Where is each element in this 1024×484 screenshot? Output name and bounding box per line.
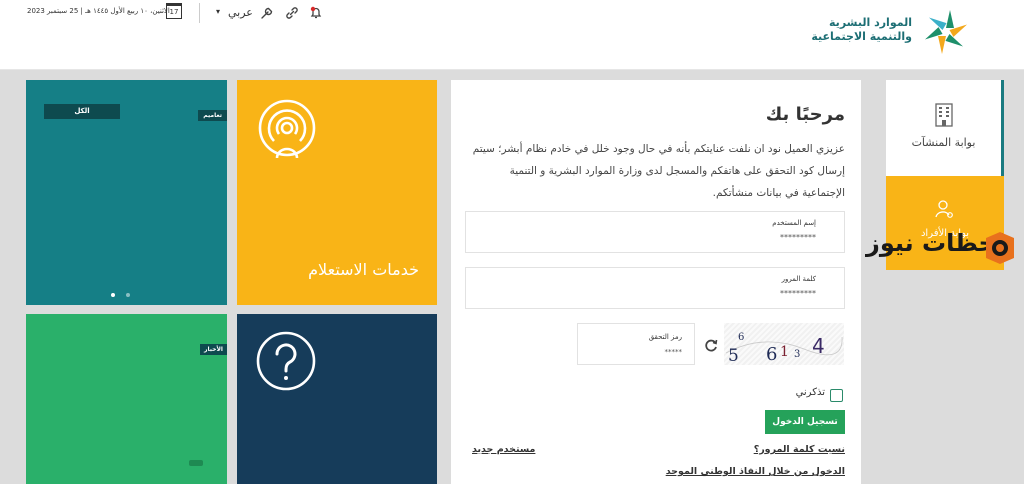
language-selector[interactable]: عربي bbox=[228, 6, 253, 19]
building-icon bbox=[933, 102, 955, 128]
chevron-down-icon[interactable]: ▾ bbox=[216, 7, 220, 16]
news-tile[interactable]: الأخبار bbox=[26, 314, 227, 484]
sidebar-item-label: بوابة المنشآت bbox=[886, 136, 1001, 149]
username-value[interactable]: ********* bbox=[780, 233, 816, 242]
captcha-char: 5 bbox=[728, 346, 739, 365]
inquiry-services-title: خدمات الاستعلام bbox=[308, 260, 419, 279]
password-label: كلمة المرور bbox=[782, 275, 816, 283]
bell-icon[interactable] bbox=[308, 5, 324, 21]
captcha-char: 3 bbox=[794, 349, 800, 360]
ministry-emblem-icon bbox=[918, 4, 974, 60]
logo-text: الموارد البشرية والتنمية الاجتماعية bbox=[811, 16, 912, 44]
news-indicator bbox=[189, 460, 203, 466]
wrench-icon[interactable] bbox=[259, 5, 275, 21]
top-header: الموارد البشرية والتنمية الاجتماعية الاث… bbox=[0, 0, 1024, 70]
all-filter-button[interactable]: الكل bbox=[44, 104, 120, 119]
broadcast-user-icon bbox=[255, 98, 319, 162]
language-label: عربي bbox=[228, 6, 253, 19]
captcha-value[interactable]: ***** bbox=[665, 348, 683, 356]
password-value[interactable]: ********* bbox=[780, 289, 816, 298]
welcome-title: مرحبًا بك bbox=[766, 104, 845, 125]
remember-checkbox[interactable] bbox=[830, 389, 843, 402]
captcha-input[interactable]: رمز التحقق ***** bbox=[577, 323, 695, 365]
remember-label: تذكرني bbox=[796, 387, 825, 398]
calendar-icon: 17 bbox=[166, 3, 182, 19]
user-gear-icon bbox=[933, 198, 955, 220]
sidebar-item-establishments[interactable]: بوابة المنشآت bbox=[886, 80, 1004, 176]
sidebar-empty-area bbox=[886, 270, 1004, 484]
captcha-image: 5 6 6 1 3 4 bbox=[724, 323, 844, 365]
calendar-day: 17 bbox=[170, 8, 179, 16]
logo-line-1: الموارد البشرية bbox=[811, 16, 912, 30]
carousel-dot[interactable] bbox=[126, 293, 130, 297]
captcha-char: 6 bbox=[766, 344, 777, 365]
help-tile[interactable] bbox=[237, 314, 437, 484]
intro-notice: عزيزي العميل نود ان نلفت عنايتكم بأنه في… bbox=[465, 138, 845, 204]
inquiry-services-tile[interactable]: خدمات الاستعلام bbox=[237, 80, 437, 305]
new-user-link[interactable]: مستخدم جديد bbox=[472, 444, 535, 455]
captcha-label: رمز التحقق bbox=[649, 333, 682, 341]
carousel-dot-active[interactable] bbox=[111, 293, 115, 297]
nafath-login-link[interactable]: الدخول من خلال النفاذ الوطني الموحد bbox=[666, 466, 845, 477]
captcha-char: 1 bbox=[780, 344, 789, 360]
logo-line-2: والتنمية الاجتماعية bbox=[811, 30, 912, 44]
question-icon bbox=[255, 330, 317, 392]
circulars-tile[interactable]: تعاميم الكل bbox=[26, 80, 227, 305]
login-panel: مرحبًا بك عزيزي العميل نود ان نلفت عنايت… bbox=[451, 80, 861, 484]
login-button[interactable]: تسجيل الدخول bbox=[765, 410, 845, 434]
username-field[interactable]: إسم المستخدم ********* bbox=[465, 211, 845, 253]
link-icon[interactable] bbox=[284, 5, 300, 21]
username-label: إسم المستخدم bbox=[772, 219, 816, 227]
captcha-char: 4 bbox=[812, 334, 825, 358]
current-date: الاثنين، ١٠ ربيع الأول ١٤٤٥ هـ | 25 سبتم… bbox=[27, 7, 170, 15]
refresh-icon[interactable] bbox=[703, 337, 719, 353]
forgot-password-link[interactable]: نسيت كلمة المرور؟ bbox=[754, 444, 845, 455]
captcha-char: 6 bbox=[738, 332, 744, 343]
watermark-logo-icon bbox=[980, 228, 1020, 266]
circulars-tag: تعاميم bbox=[198, 110, 227, 121]
header-divider bbox=[199, 3, 200, 23]
news-tag: الأخبار bbox=[200, 344, 227, 355]
password-field[interactable]: كلمة المرور ********* bbox=[465, 267, 845, 309]
